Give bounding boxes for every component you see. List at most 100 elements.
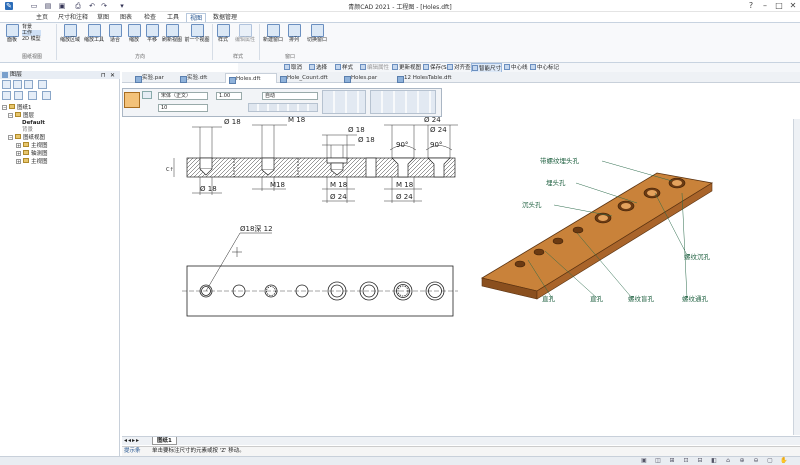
close-button[interactable]: ✕ [786, 1, 800, 11]
doc-tab-active[interactable]: Holes.dft [225, 73, 277, 84]
pane-tool-icon[interactable] [2, 91, 11, 100]
save-icon[interactable]: ▣ [58, 2, 66, 10]
help-button[interactable]: ? [744, 1, 758, 11]
status-icon[interactable]: ▣ [640, 457, 648, 464]
shape-tool-row[interactable] [248, 103, 318, 112]
previous-view-button[interactable]: 前一个视图 [184, 24, 210, 52]
doc-tab[interactable]: 实验.par [132, 73, 180, 83]
symbol-tool-grid[interactable] [322, 90, 366, 114]
fit-view-icon[interactable]: ▢ [766, 457, 774, 464]
pin-icon[interactable]: ⊓ [101, 72, 106, 79]
fit-button[interactable]: 适合 [106, 24, 124, 52]
pane-tool-icon[interactable] [14, 91, 23, 100]
status-icon[interactable]: ◧ [710, 457, 718, 464]
tree-item-default[interactable]: Default [2, 120, 48, 127]
app-logo-icon[interactable]: ✎ [5, 2, 13, 10]
drawing-svg[interactable]: Ø 18 M 18 Ø 18 Ø 18 Ø 24 Ø 24 90° 90° Ø … [122, 113, 800, 433]
doc-tab[interactable]: 实验.dft [177, 73, 227, 83]
dim-label: M18 [270, 181, 285, 189]
redo-icon[interactable]: ↷ [100, 2, 108, 10]
section-view[interactable] [186, 157, 456, 178]
update-icon [392, 64, 398, 70]
dim-label: Ø 18 [348, 126, 365, 134]
tree-item-sheet[interactable]: − 图纸1 [2, 104, 48, 112]
doc-tab[interactable]: Hole_Count.dft [277, 73, 339, 83]
status-icon[interactable]: ◫ [654, 457, 662, 464]
customize-icon[interactable]: ▾ [118, 2, 126, 10]
pane-tool-icon[interactable] [28, 91, 37, 100]
panel-button[interactable]: 面板 [4, 24, 20, 52]
zoom-button[interactable]: 缩放 [125, 24, 143, 52]
status-icon[interactable]: ⊡ [682, 457, 690, 464]
font-icon[interactable] [142, 91, 152, 99]
pane-tool-icon[interactable] [2, 80, 11, 89]
print-icon[interactable]: ⎙ [74, 2, 82, 10]
size-select[interactable]: 1.00 [216, 92, 242, 100]
sheet-tab[interactable]: 图纸1 [152, 437, 177, 445]
tree-item-background[interactable]: 背景 [2, 127, 48, 134]
2d-model-toggle[interactable]: 2D 模型 [22, 36, 41, 42]
height-select[interactable]: 10 [158, 104, 208, 112]
ribbon-separator [212, 24, 213, 60]
pan-icon[interactable]: ✋ [780, 457, 788, 464]
iso-label: 带螺纹埋头孔 [540, 156, 580, 165]
arrange-button[interactable]: 排列 [286, 24, 302, 52]
isometric-view[interactable]: 带螺纹埋头孔 埋头孔 沉头孔 螺纹沉孔 直孔 直孔 螺纹盲孔 螺纹通孔 [480, 156, 714, 303]
tree-item-view[interactable]: + 轴测图 [2, 150, 48, 158]
minimize-button[interactable]: – [758, 1, 772, 11]
maximize-button[interactable]: □ [772, 1, 786, 11]
doc-tab[interactable]: Holes.par [341, 73, 391, 83]
zoom-in-icon[interactable]: ⊕ [738, 457, 746, 464]
iso-label: 直孔 [542, 294, 556, 303]
zoom-tool-button[interactable]: 缩放工具 [82, 24, 106, 52]
refresh-view-button[interactable]: 刷新视图 [161, 24, 183, 52]
dim-label: 90° [430, 141, 442, 149]
vertical-scrollbar[interactable] [793, 119, 800, 435]
align-icon [447, 64, 453, 70]
pane-tool-icon[interactable] [13, 80, 22, 89]
sheet-nav-icon[interactable]: ◂◂▸▸ [124, 437, 140, 444]
centerline-icon [504, 64, 510, 70]
fit-icon [108, 24, 122, 37]
new-file-icon[interactable]: ▭ [30, 2, 38, 10]
dim-label: Ø 18 [358, 136, 375, 144]
status-icon[interactable]: ⊟ [696, 457, 704, 464]
undo-icon[interactable]: ↶ [88, 2, 96, 10]
status-bar [0, 456, 800, 465]
new-window-button[interactable]: 新建窗口 [261, 24, 285, 52]
dim-label: M 18 [288, 116, 305, 124]
edit-properties-button[interactable]: 编辑属性 [233, 24, 257, 52]
new-window-icon [266, 24, 280, 37]
pane-tool-icon[interactable] [38, 80, 47, 89]
pane-tool-icon[interactable] [42, 91, 51, 100]
pan-button[interactable]: 平移 [143, 24, 161, 52]
tree-item-sheet-views[interactable]: − 图纸视图 [2, 134, 48, 142]
close-pane-icon[interactable]: ✕ [110, 72, 115, 79]
font-select[interactable]: 宋体（正文） [158, 92, 208, 100]
iso-label: 沉头孔 [522, 200, 542, 209]
ribbon-separator [56, 24, 57, 60]
layers-icon [2, 72, 8, 78]
switch-window-button[interactable]: 切换窗口 [303, 24, 331, 52]
select-icon [309, 64, 315, 70]
status-icon[interactable]: ⊞ [668, 457, 676, 464]
status-icon[interactable]: ⌂ [724, 457, 732, 464]
format-tool-grid[interactable] [370, 90, 436, 114]
style-button[interactable]: 样式 [214, 24, 232, 52]
iso-label: 螺纹盲孔 [628, 294, 655, 303]
open-file-icon[interactable]: ▤ [44, 2, 52, 10]
zoom-out-icon[interactable]: ⊖ [752, 457, 760, 464]
iso-label: 螺纹通孔 [682, 294, 709, 303]
text-style-icon[interactable] [124, 92, 140, 108]
center-mark-icon [530, 64, 536, 70]
pane-tool-icon[interactable] [24, 80, 33, 89]
top-view[interactable] [182, 232, 458, 317]
group-label-sheet-views: 图纸视图 [21, 54, 42, 60]
cancel-icon [284, 64, 290, 70]
tree-item-view[interactable]: + 主视图 [2, 142, 48, 150]
tree-item-layers[interactable]: − 图层 [2, 112, 48, 120]
auto-select[interactable]: 自动 [262, 92, 318, 100]
tree-item-view[interactable]: + 主视图 [2, 158, 48, 166]
doc-tab[interactable]: 12 HolesTable.dft [394, 73, 470, 83]
zoom-area-button[interactable]: 缩放区域 [58, 24, 82, 52]
